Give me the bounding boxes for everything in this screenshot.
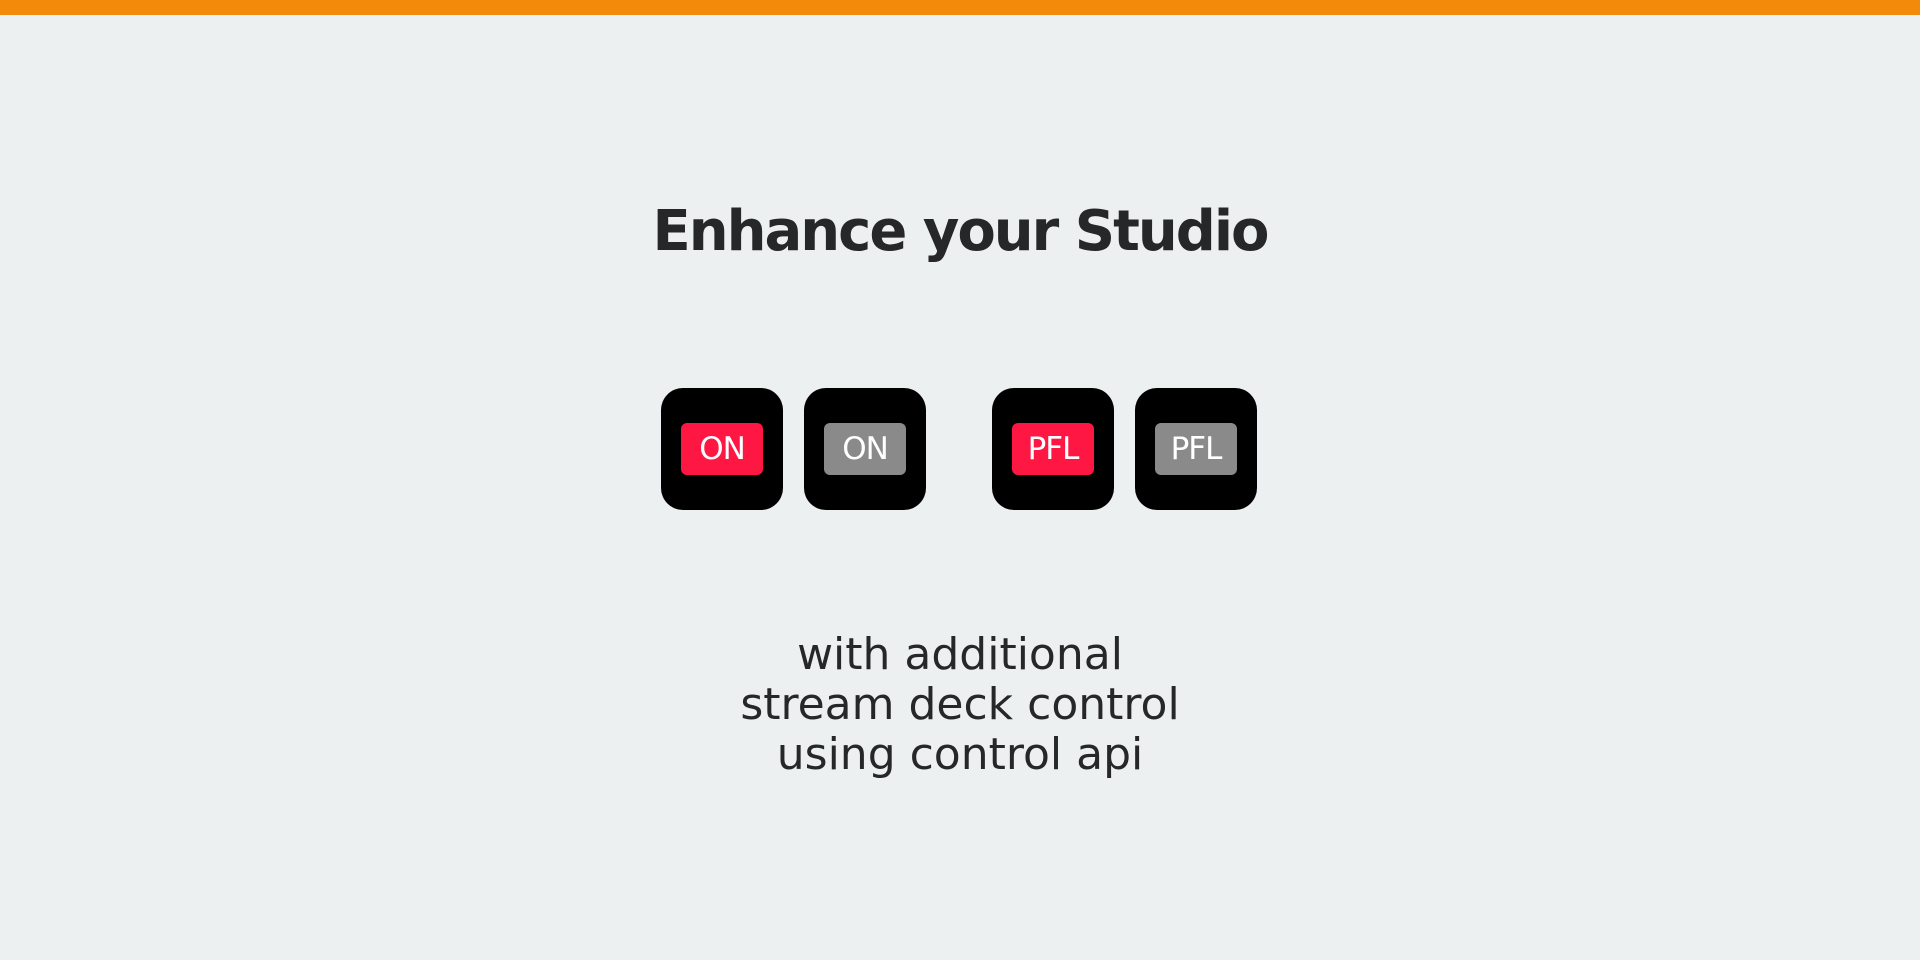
key-label-pfl-active: PFL bbox=[1012, 423, 1094, 475]
key-label-on-active: ON bbox=[681, 423, 763, 475]
accent-bar bbox=[0, 0, 1920, 15]
stream-deck-key-pfl-active[interactable]: PFL bbox=[992, 388, 1114, 510]
key-label-pfl-inactive: PFL bbox=[1155, 423, 1237, 475]
subtitle: with additional stream deck control usin… bbox=[0, 630, 1920, 780]
subtitle-line-3: using control api bbox=[776, 729, 1144, 780]
stream-deck-key-pfl-inactive[interactable]: PFL bbox=[1135, 388, 1257, 510]
subtitle-line-1: with additional bbox=[797, 629, 1123, 680]
subtitle-line-2: stream deck control bbox=[740, 679, 1180, 730]
stream-deck-key-on-active[interactable]: ON bbox=[661, 388, 783, 510]
stream-deck-key-on-inactive[interactable]: ON bbox=[804, 388, 926, 510]
headline: Enhance your Studio bbox=[652, 199, 1270, 264]
key-label-on-inactive: ON bbox=[824, 423, 906, 475]
